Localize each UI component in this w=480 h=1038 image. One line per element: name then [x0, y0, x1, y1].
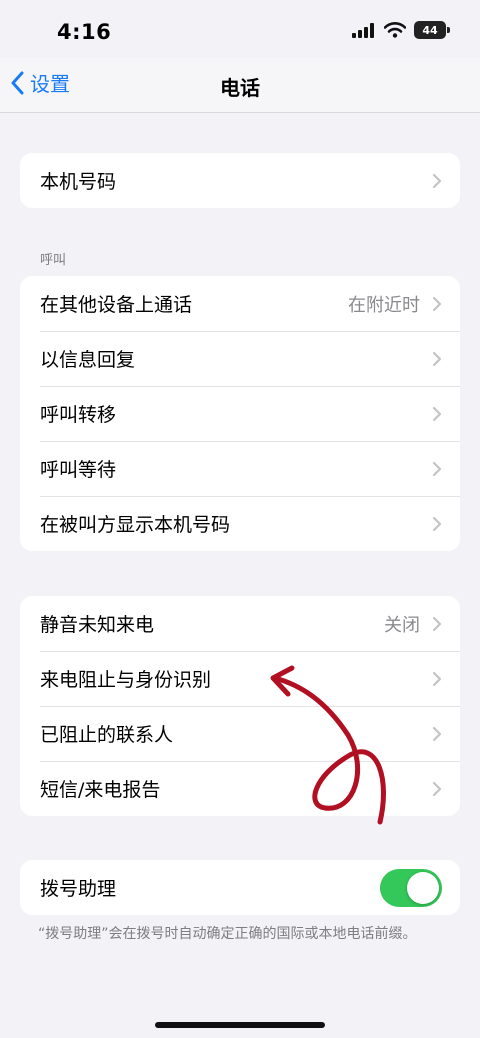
- status-icons: 44: [352, 21, 450, 39]
- home-indicator[interactable]: [155, 1022, 325, 1028]
- navigation-bar: 设置 电话: [0, 58, 480, 113]
- row-calls-on-other-devices[interactable]: 在其他设备上通话 在附近时: [20, 276, 460, 331]
- row-label: 来电阻止与身份识别: [40, 669, 212, 691]
- battery-level: 44: [422, 23, 438, 37]
- row-silence-unknown-callers[interactable]: 静音未知来电 关闭: [20, 596, 460, 651]
- row-call-forwarding[interactable]: 呼叫转移: [20, 386, 460, 441]
- dial-assist-group: 拨号助理: [20, 860, 460, 915]
- status-time: 4:16: [57, 20, 112, 44]
- row-show-caller-id[interactable]: 在被叫方显示本机号码: [20, 496, 460, 551]
- chevron-right-icon: [432, 616, 442, 631]
- calls-group: 在其他设备上通话 在附近时 以信息回复 呼叫转移 呼叫等待 在被叫方显示本机号码: [20, 276, 460, 551]
- section-header-calls: 呼叫: [40, 253, 67, 268]
- cellular-signal-icon: [352, 23, 374, 38]
- row-my-number[interactable]: 本机号码: [20, 153, 460, 208]
- my-number-group: 本机号码: [20, 153, 460, 208]
- chevron-right-icon: [432, 173, 442, 188]
- row-value: 在附近时: [348, 294, 420, 316]
- row-respond-with-text[interactable]: 以信息回复: [20, 331, 460, 386]
- row-value: 关闭: [384, 614, 420, 636]
- row-label: 呼叫转移: [40, 404, 117, 426]
- blocking-group: 静音未知来电 关闭 来电阻止与身份识别 已阻止的联系人 短信/来电报告: [20, 596, 460, 816]
- row-blocked-contacts[interactable]: 已阻止的联系人: [20, 706, 460, 761]
- row-label: 静音未知来电: [40, 614, 155, 636]
- chevron-right-icon: [432, 781, 442, 796]
- chevron-right-icon: [432, 726, 442, 741]
- row-label: 呼叫等待: [40, 459, 117, 481]
- battery-icon: 44: [414, 21, 450, 39]
- chevron-right-icon: [432, 406, 442, 421]
- row-label: 已阻止的联系人: [40, 724, 174, 746]
- chevron-right-icon: [432, 671, 442, 686]
- dial-assist-toggle[interactable]: [380, 868, 442, 907]
- status-bar: 4:16 44: [0, 0, 480, 64]
- wifi-icon: [384, 22, 406, 38]
- row-label: 本机号码: [40, 171, 117, 193]
- row-call-waiting[interactable]: 呼叫等待: [20, 441, 460, 496]
- chevron-right-icon: [432, 351, 442, 366]
- chevron-right-icon: [432, 296, 442, 311]
- row-label: 以信息回复: [40, 349, 136, 371]
- row-dial-assist: 拨号助理: [20, 860, 460, 915]
- toggle-knob: [407, 871, 439, 904]
- row-label: 在其他设备上通话: [40, 294, 193, 316]
- row-label: 在被叫方显示本机号码: [40, 514, 231, 536]
- chevron-right-icon: [432, 516, 442, 531]
- row-label: 短信/来电报告: [40, 779, 161, 801]
- row-sms-call-reporting[interactable]: 短信/来电报告: [20, 761, 460, 816]
- chevron-right-icon: [432, 461, 442, 476]
- row-call-blocking-identification[interactable]: 来电阻止与身份识别: [20, 651, 460, 706]
- row-label: 拨号助理: [40, 878, 117, 900]
- page-title: 电话: [220, 76, 260, 100]
- dial-assist-footnote: “拨号助理”会在拨号时自动确定正确的国际或本地电话前缀。: [38, 926, 417, 942]
